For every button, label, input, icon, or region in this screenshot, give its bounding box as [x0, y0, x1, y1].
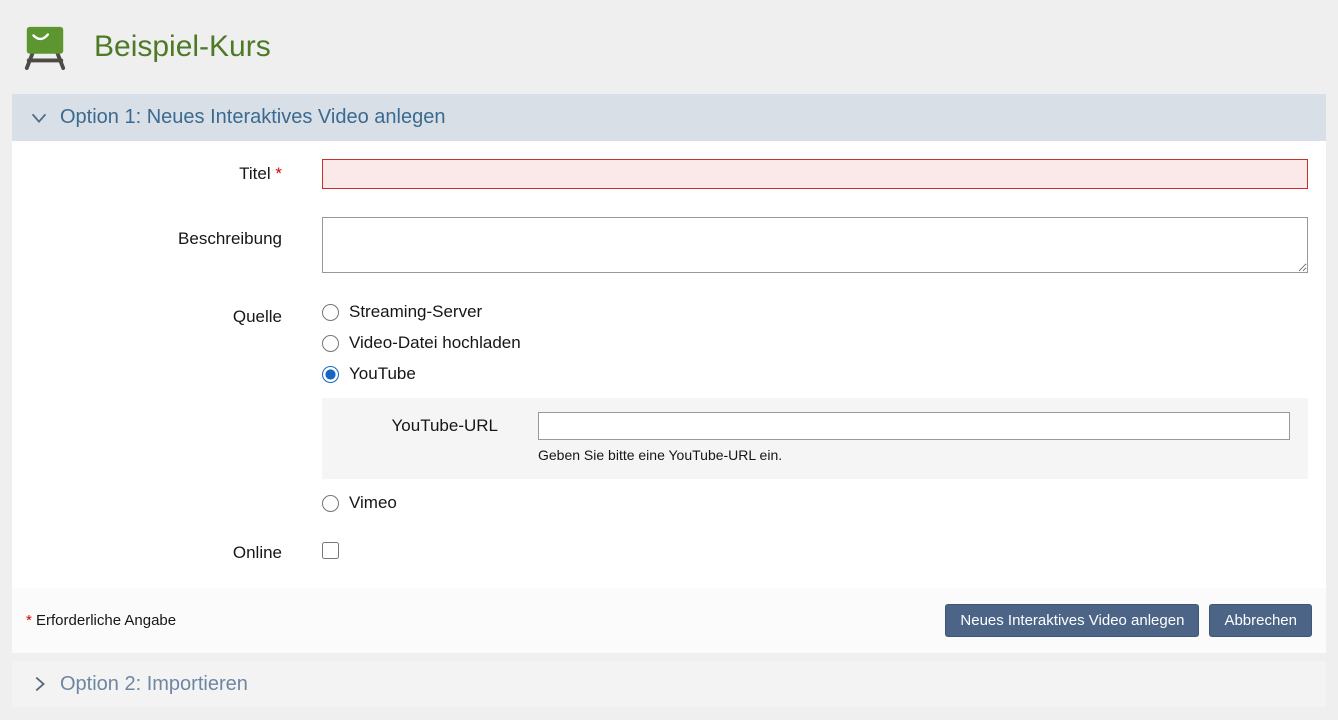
radio-vimeo-input[interactable]	[322, 495, 339, 512]
beschreibung-label: Beschreibung	[12, 217, 322, 249]
cancel-button[interactable]: Abbrechen	[1209, 604, 1312, 637]
submit-button[interactable]: Neues Interaktives Video anlegen	[945, 604, 1199, 637]
radio-streaming-server-input[interactable]	[322, 304, 339, 321]
radio-streaming-server-label: Streaming-Server	[349, 302, 482, 322]
video-form: Titel * Beschreibung Quelle	[12, 141, 1326, 588]
chevron-down-icon	[28, 107, 50, 129]
radio-youtube[interactable]: YouTube	[322, 364, 1308, 384]
radio-video-datei[interactable]: Video-Datei hochladen	[322, 333, 1308, 353]
youtube-url-hint: Geben Sie bitte eine YouTube-URL ein.	[538, 447, 1290, 463]
required-note-text: Erforderliche Angabe	[36, 612, 176, 629]
online-label: Online	[12, 543, 322, 563]
radio-vimeo-label: Vimeo	[349, 493, 397, 513]
radio-video-datei-input[interactable]	[322, 335, 339, 352]
youtube-url-input[interactable]	[538, 412, 1290, 440]
quelle-label: Quelle	[12, 302, 322, 327]
radio-streaming-server[interactable]: Streaming-Server	[322, 302, 1308, 322]
titel-row: Titel *	[12, 159, 1326, 189]
option2-title: Option 2: Importieren	[60, 673, 248, 696]
course-blackboard-icon	[22, 24, 68, 70]
chevron-right-icon	[28, 673, 50, 695]
radio-vimeo[interactable]: Vimeo	[322, 493, 1308, 513]
online-checkbox[interactable]	[322, 542, 339, 559]
option1-header[interactable]: Option 1: Neues Interaktives Video anleg…	[12, 94, 1326, 141]
page-header: Beispiel-Kurs	[0, 0, 1338, 94]
titel-input[interactable]	[322, 159, 1308, 189]
required-note-asterisk: *	[26, 612, 32, 629]
page-title: Beispiel-Kurs	[94, 30, 271, 64]
quelle-row: Quelle Streaming-Server Video-Datei hoch…	[12, 302, 1326, 524]
beschreibung-textarea[interactable]	[322, 217, 1308, 273]
beschreibung-row: Beschreibung	[12, 217, 1326, 278]
required-note: * Erforderliche Angabe	[26, 612, 176, 629]
radio-youtube-label: YouTube	[349, 364, 416, 384]
footer-buttons: Neues Interaktives Video anlegen Abbrech…	[935, 604, 1312, 637]
required-asterisk: *	[275, 164, 282, 183]
option2-header[interactable]: Option 2: Importieren	[12, 661, 1326, 707]
option1-panel: Option 1: Neues Interaktives Video anleg…	[12, 94, 1326, 653]
titel-label-text: Titel	[239, 164, 271, 183]
option1-title: Option 1: Neues Interaktives Video anleg…	[60, 106, 445, 129]
form-footer: * Erforderliche Angabe Neues Interaktive…	[12, 588, 1326, 653]
radio-youtube-input[interactable]	[322, 366, 339, 383]
titel-label: Titel *	[12, 164, 322, 184]
content-area: Option 1: Neues Interaktives Video anleg…	[12, 94, 1326, 707]
online-row: Online	[12, 542, 1326, 564]
radio-video-datei-label: Video-Datei hochladen	[349, 333, 521, 353]
youtube-url-label: YouTube-URL	[322, 412, 538, 463]
quelle-options: Streaming-Server Video-Datei hochladen Y…	[322, 302, 1308, 524]
youtube-subpanel: YouTube-URL Geben Sie bitte eine YouTube…	[322, 398, 1308, 479]
